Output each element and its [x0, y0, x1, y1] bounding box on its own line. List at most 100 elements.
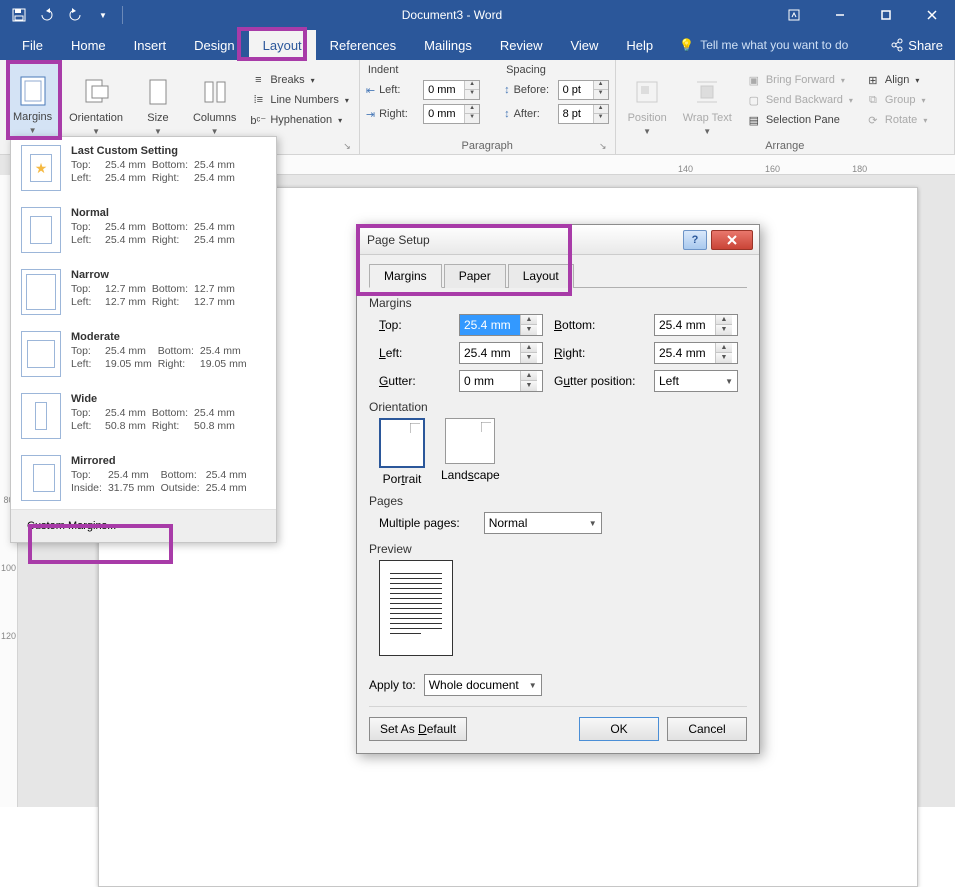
gutter-input[interactable]	[460, 371, 520, 391]
columns-button[interactable]: Columns ▼	[187, 62, 242, 138]
columns-icon	[199, 76, 231, 108]
tab-references[interactable]: References	[316, 30, 410, 60]
redo-button[interactable]	[64, 4, 86, 26]
margins-preset-item[interactable]: NormalTop:25.4 mmBottom:25.4 mmLeft:25.4…	[11, 199, 276, 261]
qat-separator	[122, 6, 123, 24]
preview-page	[379, 560, 453, 656]
margins-preset-item[interactable]: WideTop:25.4 mmBottom:25.4 mmLeft:50.8 m…	[11, 385, 276, 447]
share-icon	[890, 38, 904, 52]
tab-mailings[interactable]: Mailings	[410, 30, 486, 60]
tab-review[interactable]: Review	[486, 30, 557, 60]
size-button[interactable]: Size ▼	[133, 62, 183, 138]
cancel-button[interactable]: Cancel	[667, 717, 747, 741]
tab-insert[interactable]: Insert	[120, 30, 181, 60]
indent-left-spinner[interactable]: ▲▼	[423, 80, 480, 100]
position-button: Position ▼	[622, 62, 673, 138]
indent-right-input[interactable]	[424, 105, 464, 123]
margins-button[interactable]: Margins ▼	[6, 62, 59, 138]
paragraph-launcher[interactable]: ↘	[599, 141, 607, 152]
margins-preset-item[interactable]: ModerateTop:25.4 mmBottom:25.4 mmLeft:19…	[11, 323, 276, 385]
page-setup-launcher[interactable]: ↘	[343, 141, 351, 152]
chevron-down-icon: ▼	[529, 681, 537, 690]
ribbon-tabs: File Home Insert Design Layout Reference…	[0, 30, 955, 60]
dialog-tab-paper[interactable]: Paper	[444, 264, 506, 288]
gutter-position-select[interactable]: Left▼	[654, 370, 738, 392]
bring-forward-icon: ▣	[746, 72, 762, 88]
title-bar: ▼ Document3 - Word	[0, 0, 955, 30]
rotate-button: ⟳Rotate▾	[861, 111, 931, 129]
selection-pane-icon: ▤	[746, 112, 762, 128]
custom-margins-item[interactable]: Custom Margins...	[11, 510, 276, 542]
tab-help[interactable]: Help	[612, 30, 667, 60]
dialog-titlebar[interactable]: Page Setup ?	[357, 225, 759, 255]
spacing-after-spinner[interactable]: ▲▼	[558, 104, 609, 124]
orientation-button[interactable]: Orientation ▼	[63, 62, 129, 138]
margin-top-spinner[interactable]: ▲▼	[459, 314, 543, 336]
margins-preset-item[interactable]: MirroredTop:25.4 mmBottom:25.4 mmInside:…	[11, 447, 276, 509]
margin-left-input[interactable]	[460, 343, 520, 363]
wrap-text-icon	[691, 76, 723, 108]
spacing-after-icon: ↕	[504, 108, 510, 120]
dialog-tab-layout[interactable]: Layout	[508, 264, 574, 288]
orientation-landscape[interactable]: Landscape	[441, 418, 500, 486]
share-button[interactable]: Share	[890, 38, 943, 53]
tab-file[interactable]: File	[8, 30, 57, 60]
page-setup-dialog: Page Setup ? Margins Paper Layout Margin…	[356, 224, 760, 754]
indent-left-input[interactable]	[424, 81, 464, 99]
margin-bottom-input[interactable]	[655, 315, 715, 335]
spacing-before-spinner[interactable]: ▲▼	[558, 80, 609, 100]
dialog-tab-margins[interactable]: Margins	[369, 264, 442, 288]
orientation-icon	[80, 76, 112, 108]
margins-thumb-icon	[21, 331, 61, 377]
quick-access-toolbar: ▼	[0, 4, 133, 26]
ribbon-display-options[interactable]	[771, 0, 817, 30]
position-icon	[631, 76, 663, 108]
spacing-before-input[interactable]	[559, 81, 593, 99]
margin-right-spinner[interactable]: ▲▼	[654, 342, 738, 364]
orientation-portrait[interactable]: Portrait	[379, 418, 425, 486]
chevron-down-icon: ▼	[725, 377, 733, 386]
set-default-button[interactable]: Set As Default	[369, 717, 467, 741]
margins-preset-item[interactable]: Last Custom SettingTop:25.4 mmBottom:25.…	[11, 137, 276, 199]
arrange-group: Position ▼ Wrap Text ▼ ▣Bring Forward▾ ▢…	[616, 60, 955, 154]
dialog-help-button[interactable]: ?	[683, 230, 707, 250]
align-button[interactable]: ⊞Align▾	[861, 71, 931, 89]
margins-thumb-icon	[21, 145, 61, 191]
breaks-button[interactable]: ≡Breaks▾	[246, 71, 353, 89]
paragraph-group: Indent ⇤ Left: ▲▼ ⇥ Right: ▲▼ Spacing	[360, 60, 616, 154]
indent-right-spinner[interactable]: ▲▼	[423, 104, 480, 124]
save-button[interactable]	[8, 4, 30, 26]
send-backward-icon: ▢	[746, 92, 762, 108]
chevron-down-icon: ▼	[589, 519, 597, 528]
minimize-button[interactable]	[817, 0, 863, 30]
margin-right-input[interactable]	[655, 343, 715, 363]
selection-pane-button[interactable]: ▤Selection Pane	[742, 111, 857, 129]
breaks-icon: ≡	[250, 72, 266, 88]
indent-right-icon: ⇥	[366, 108, 375, 121]
margins-preset-item[interactable]: NarrowTop:12.7 mmBottom:12.7 mmLeft:12.7…	[11, 261, 276, 323]
apply-to-select[interactable]: Whole document▼	[424, 674, 542, 696]
tab-view[interactable]: View	[556, 30, 612, 60]
ok-button[interactable]: OK	[579, 717, 659, 741]
tab-design[interactable]: Design	[180, 30, 248, 60]
tab-home[interactable]: Home	[57, 30, 120, 60]
gutter-spinner[interactable]: ▲▼	[459, 370, 543, 392]
chevron-down-icon: ▼	[92, 127, 100, 136]
maximize-button[interactable]	[863, 0, 909, 30]
qat-customize-arrow[interactable]: ▼	[92, 4, 114, 26]
dialog-close-button[interactable]	[711, 230, 753, 250]
hyphenation-button[interactable]: bᶜ⁻Hyphenation▾	[246, 111, 353, 129]
multiple-pages-select[interactable]: Normal▼	[484, 512, 602, 534]
margin-bottom-spinner[interactable]: ▲▼	[654, 314, 738, 336]
landscape-icon	[445, 418, 495, 464]
margin-left-spinner[interactable]: ▲▼	[459, 342, 543, 364]
tell-me[interactable]: 💡 Tell me what you want to do	[679, 38, 848, 52]
group-button: ⧉Group▾	[861, 91, 931, 109]
close-button[interactable]	[909, 0, 955, 30]
undo-button[interactable]	[36, 4, 58, 26]
spacing-after-input[interactable]	[559, 105, 593, 123]
tab-layout[interactable]: Layout	[249, 30, 316, 60]
bring-forward-button: ▣Bring Forward▾	[742, 71, 857, 89]
line-numbers-button[interactable]: ⁞≡Line Numbers▾	[246, 91, 353, 109]
margin-top-input[interactable]	[460, 315, 520, 335]
